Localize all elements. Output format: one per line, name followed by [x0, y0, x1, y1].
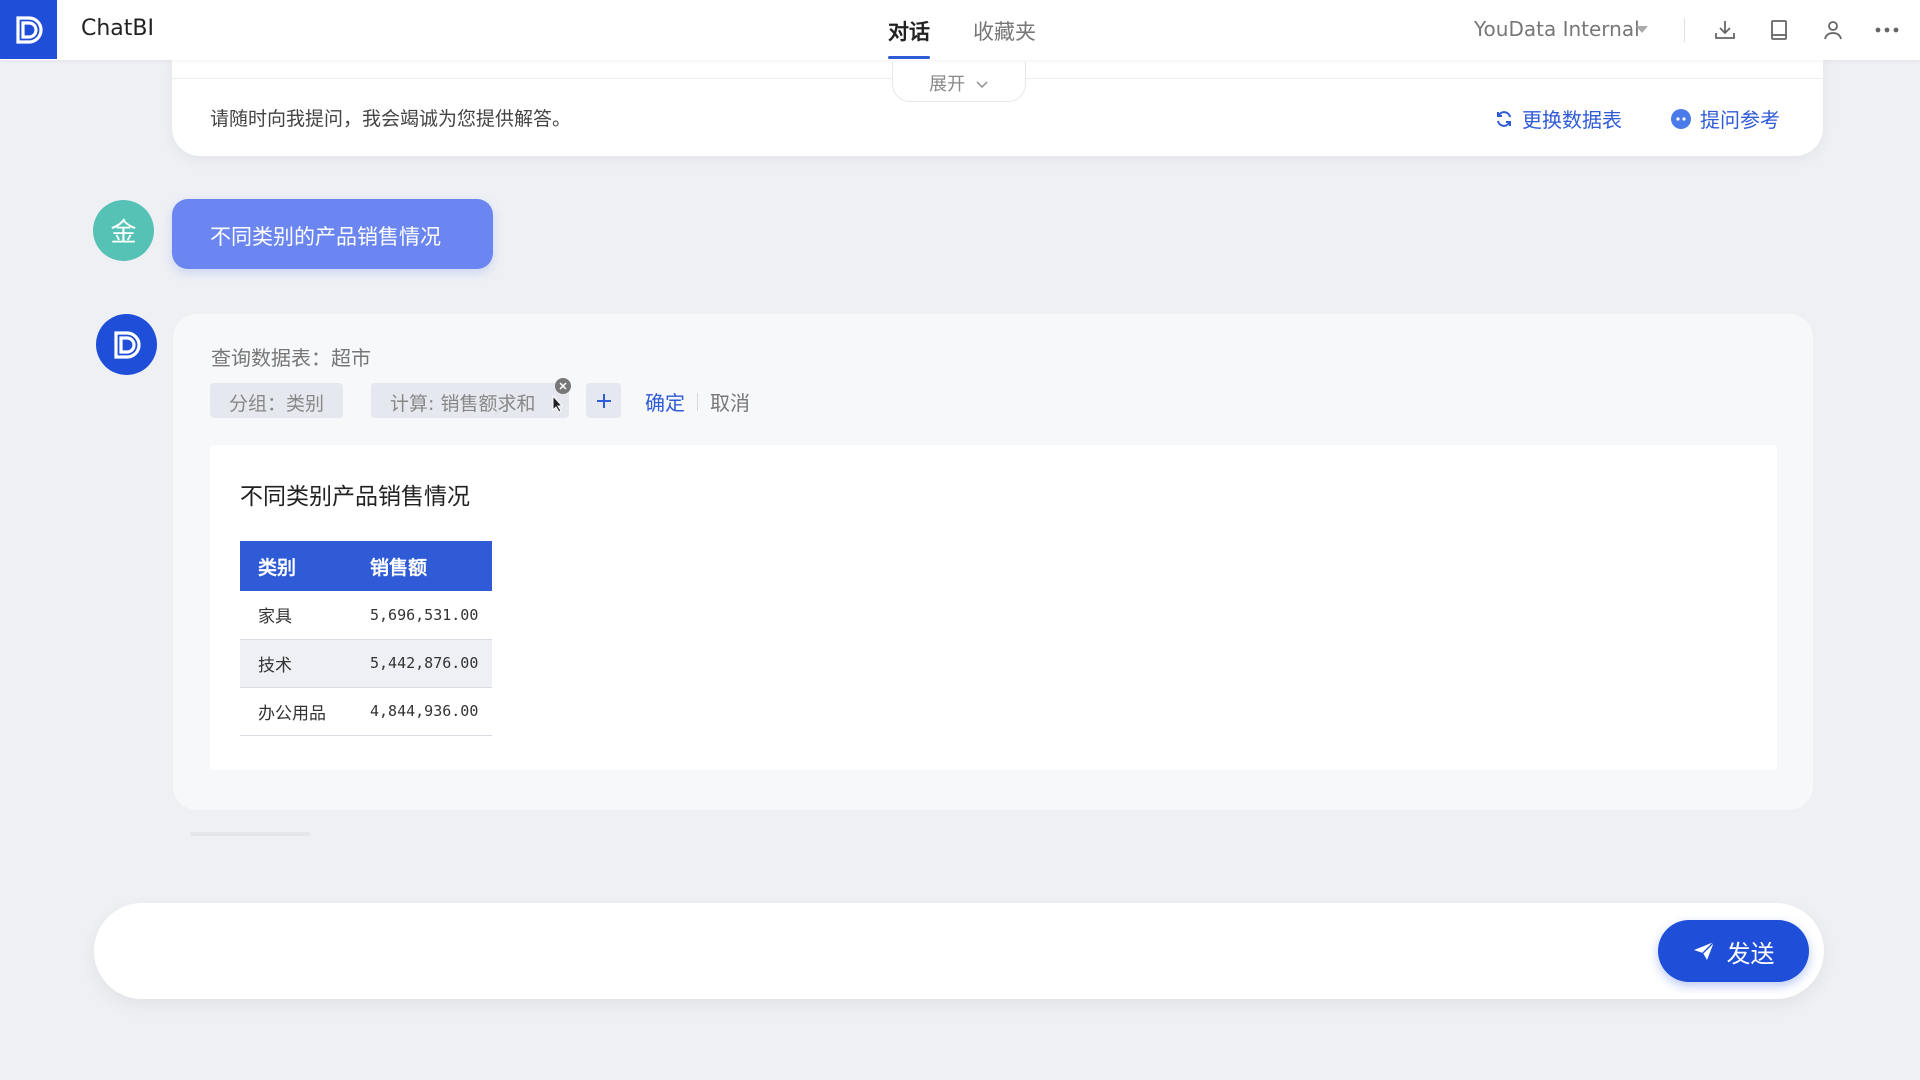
intro-card: 展开 请随时向我提问，我会竭诚为您提供解答。 更换数据表 提问参考 — [172, 52, 1823, 156]
column-header-sales: 销售额 — [352, 541, 492, 591]
user-message-bubble: 不同类别的产品销售情况 — [172, 199, 493, 269]
table-header-row: 类别 销售额 — [240, 541, 492, 591]
logo-icon — [15, 15, 43, 44]
app-logo[interactable] — [0, 0, 57, 59]
more-icon[interactable] — [1871, 14, 1903, 46]
confirm-button[interactable]: 确定 — [645, 387, 685, 416]
query-table-label: 查询数据表：超市 — [211, 346, 371, 370]
chevron-down-icon — [976, 81, 988, 89]
aggregate-chip[interactable]: 计算: 销售额求和 — [371, 383, 569, 418]
chat-input-bar: 发送 — [94, 903, 1824, 999]
tab-chat[interactable]: 对话 — [888, 16, 930, 46]
chat-input[interactable] — [134, 927, 1634, 975]
expand-label: 展开 — [929, 74, 966, 95]
send-icon — [1693, 941, 1714, 960]
expand-button[interactable]: 展开 — [892, 62, 1026, 102]
send-label: 发送 — [1726, 939, 1775, 968]
logo-icon — [113, 330, 141, 359]
mouse-cursor-icon — [552, 395, 564, 413]
table-cell: 5,442,876.00 — [352, 639, 492, 688]
active-tab-indicator — [888, 56, 930, 59]
tab-favorites[interactable]: 收藏夹 — [973, 16, 1036, 46]
caret-down-icon[interactable] — [1636, 26, 1648, 33]
table-cell: 5,696,531.00 — [352, 591, 492, 640]
column-header-category: 类别 — [240, 541, 352, 591]
faint-divider — [190, 832, 310, 836]
app-title: ChatBI — [81, 16, 154, 41]
result-table: 类别 销售额 家具 5,696,531.00 技术 5,442,876.00 办… — [240, 541, 492, 736]
switch-table-button[interactable]: 更换数据表 — [1494, 104, 1622, 133]
switch-table-label: 更换数据表 — [1522, 108, 1622, 132]
table-row: 办公用品 4,844,936.00 — [240, 687, 492, 736]
table-cell: 家具 — [240, 591, 352, 640]
plus-icon — [596, 393, 611, 408]
cancel-button[interactable]: 取消 — [710, 387, 750, 416]
table-cell: 4,844,936.00 — [352, 687, 492, 736]
workspace-selector[interactable]: YouData Internal — [1474, 17, 1640, 41]
question-reference-button[interactable]: 提问参考 — [1670, 104, 1780, 133]
result-title: 不同类别产品销售情况 — [240, 484, 470, 510]
book-icon[interactable] — [1763, 14, 1795, 46]
table-cell: 办公用品 — [240, 687, 352, 736]
table-row: 技术 5,442,876.00 — [240, 639, 492, 688]
user-icon[interactable] — [1817, 14, 1849, 46]
assistant-icon — [1671, 108, 1691, 129]
result-panel: 不同类别产品销售情况 类别 销售额 家具 5,696,531.00 技术 5,4… — [210, 445, 1777, 770]
action-divider — [697, 393, 698, 411]
top-header: ChatBI 对话 收藏夹 YouData Internal — [0, 0, 1920, 60]
bot-avatar — [96, 314, 157, 375]
question-reference-label: 提问参考 — [1700, 108, 1780, 132]
send-button[interactable]: 发送 — [1658, 920, 1809, 982]
table-row: 家具 5,696,531.00 — [240, 591, 492, 640]
refresh-icon — [1497, 110, 1511, 127]
download-icon[interactable] — [1709, 14, 1741, 46]
header-divider — [1684, 18, 1685, 42]
user-avatar: 金 — [93, 200, 154, 261]
add-condition-button[interactable] — [586, 383, 621, 418]
group-by-chip[interactable]: 分组：类别 — [210, 383, 344, 418]
bot-response-card: 查询数据表：超市 分组：类别 计算: 销售额求和 确定 取消 不同类别产品销售情… — [173, 314, 1813, 810]
intro-message: 请随时向我提问，我会竭诚为您提供解答。 — [210, 108, 572, 130]
table-cell: 技术 — [240, 639, 352, 688]
close-icon[interactable] — [555, 378, 571, 394]
